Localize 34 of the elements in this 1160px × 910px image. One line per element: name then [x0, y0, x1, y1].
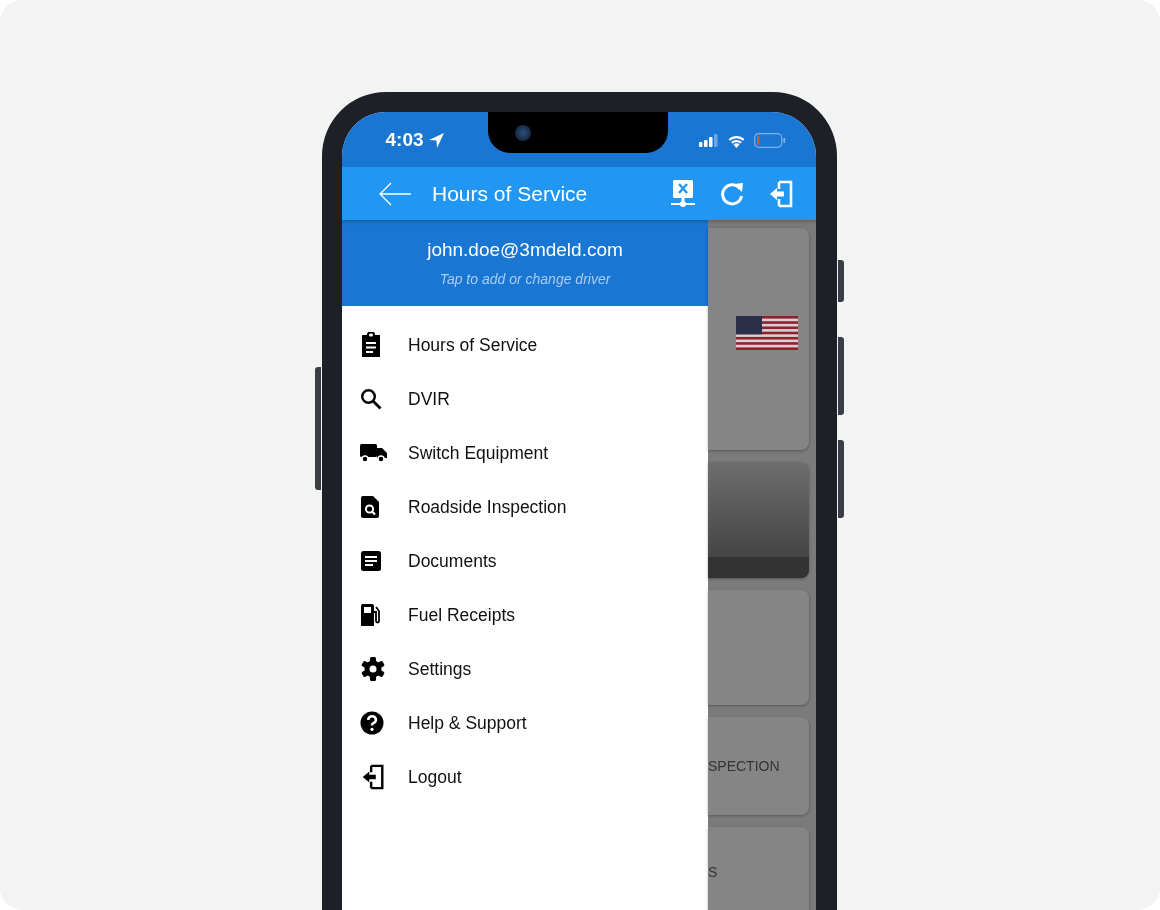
card-label: SPECTION [708, 758, 780, 774]
wifi-icon [726, 133, 746, 148]
fuel-pump-icon [360, 603, 382, 627]
document-icon [360, 550, 382, 572]
driver-hint: Tap to add or change driver [439, 271, 611, 287]
network-disconnected-icon[interactable] [670, 178, 696, 209]
back-arrow-icon[interactable] [378, 180, 412, 207]
camera-icon [515, 124, 531, 141]
document-search-icon [360, 495, 380, 519]
menu-item[interactable]: Roadside Inspection [342, 480, 708, 534]
menu-item[interactable]: Documents [342, 534, 708, 588]
signal-icon [698, 134, 719, 147]
help-icon [360, 711, 384, 735]
settings-icon [360, 656, 386, 682]
search-icon [360, 388, 382, 410]
menu-item[interactable]: Logout [342, 750, 708, 804]
menu-item[interactable]: Hours of Service [342, 318, 708, 372]
menu-item[interactable]: Help & Support [342, 696, 708, 750]
card-label: S [708, 864, 718, 880]
refresh-icon[interactable] [719, 180, 745, 207]
status-time: 4:03 [385, 129, 424, 151]
drawer-header[interactable]: john.doe@3mdeld.com Tap to add or change driver [342, 220, 708, 306]
flag-icon [736, 316, 798, 350]
menu-item[interactable]: Switch Equipment [342, 426, 708, 480]
battery-icon [753, 133, 786, 148]
app-title: Hours of Service [432, 181, 589, 206]
logout-icon[interactable] [768, 179, 794, 208]
driver-email: john.doe@3mdeld.com [427, 239, 623, 261]
menu-item[interactable]: DVIR [342, 372, 708, 426]
menu-item[interactable]: Settings [342, 642, 708, 696]
menu-item[interactable]: Fuel Receipts [342, 588, 708, 642]
truck-icon [360, 443, 388, 463]
logout-icon [360, 764, 386, 790]
clipboard-icon [360, 332, 382, 358]
